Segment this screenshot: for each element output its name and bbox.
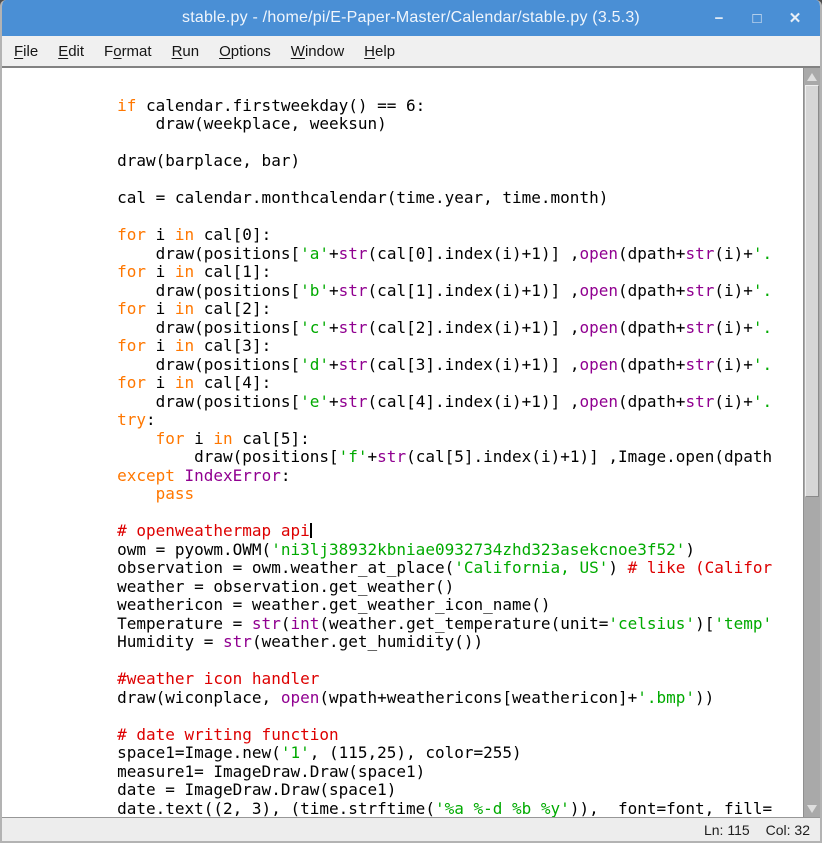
arrow-up-icon xyxy=(807,73,817,81)
maximize-icon: □ xyxy=(752,10,761,27)
code-line: draw(positions['e'+str(cal[4].index(i)+1… xyxy=(40,393,803,412)
code-line: date.text((2, 3), (time.strftime('%a %-d… xyxy=(40,800,803,818)
code-line: for i in cal[3]: xyxy=(40,337,803,356)
code-line: draw(positions['f'+str(cal[5].index(i)+1… xyxy=(40,448,803,467)
code-line: draw(positions['b'+str(cal[1].index(i)+1… xyxy=(40,282,803,301)
menu-item-help[interactable]: Help xyxy=(354,40,405,63)
code-line: except IndexError: xyxy=(40,467,803,486)
code-line: observation = owm.weather_at_place('Cali… xyxy=(40,559,803,578)
close-button[interactable]: ✕ xyxy=(782,5,808,31)
arrow-down-icon xyxy=(807,805,817,813)
titlebar[interactable]: stable.py - /home/pi/E-Paper-Master/Cale… xyxy=(0,0,822,36)
code-line: Temperature = str(int(weather.get_temper… xyxy=(40,615,803,634)
code-line: draw(positions['d'+str(cal[3].index(i)+1… xyxy=(40,356,803,375)
code-line: weather = observation.get_weather() xyxy=(40,578,803,597)
code-line: for i in cal[4]: xyxy=(40,374,803,393)
idle-editor-window: stable.py - /home/pi/E-Paper-Master/Cale… xyxy=(0,0,822,843)
minimize-icon: − xyxy=(715,10,724,27)
code-line: space1=Image.new('1', (115,25), color=25… xyxy=(40,744,803,763)
code-line: # date writing function xyxy=(40,726,803,745)
code-line: owm = pyowm.OWM('ni3lj38932kbniae0932734… xyxy=(40,541,803,560)
vertical-scrollbar[interactable] xyxy=(803,68,820,817)
menu-item-options[interactable]: Options xyxy=(209,40,281,63)
code-line xyxy=(40,134,803,153)
code-line: Humidity = str(weather.get_humidity()) xyxy=(40,633,803,652)
code-line: try: xyxy=(40,411,803,430)
code-line xyxy=(40,171,803,190)
menu-item-window[interactable]: Window xyxy=(281,40,354,63)
text-cursor xyxy=(310,523,312,538)
code-line: cal = calendar.monthcalendar(time.year, … xyxy=(40,189,803,208)
window-title: stable.py - /home/pi/E-Paper-Master/Cale… xyxy=(182,9,640,27)
code-line: #weather icon handler xyxy=(40,670,803,689)
code-line: draw(wiconplace, open(wpath+weathericons… xyxy=(40,689,803,708)
code-line xyxy=(40,707,803,726)
code-line: draw(weekplace, weeksun) xyxy=(40,115,803,134)
code-line: for i in cal[2]: xyxy=(40,300,803,319)
statusbar: Ln: 115 Col: 32 xyxy=(2,817,820,841)
code-line: weathericon = weather.get_weather_icon_n… xyxy=(40,596,803,615)
menu-item-format[interactable]: Format xyxy=(94,40,162,63)
menu-item-file[interactable]: File xyxy=(4,40,48,63)
menu-item-edit[interactable]: Edit xyxy=(48,40,94,63)
code-line xyxy=(40,504,803,523)
editor-area: if calendar.firstweekday() == 6: draw(we… xyxy=(2,66,820,817)
code-line: date = ImageDraw.Draw(space1) xyxy=(40,781,803,800)
scroll-up-button[interactable] xyxy=(804,68,820,85)
code-line: for i in cal[0]: xyxy=(40,226,803,245)
maximize-button[interactable]: □ xyxy=(744,5,770,31)
close-icon: ✕ xyxy=(789,9,802,27)
code-line: draw(positions['c'+str(cal[2].index(i)+1… xyxy=(40,319,803,338)
code-text-area[interactable]: if calendar.firstweekday() == 6: draw(we… xyxy=(2,68,803,817)
status-line-number: Ln: 115 xyxy=(704,822,750,838)
code-line: draw(positions['a'+str(cal[0].index(i)+1… xyxy=(40,245,803,264)
status-col-number: Col: 32 xyxy=(766,822,810,838)
code-line: pass xyxy=(40,485,803,504)
code-line: for i in cal[5]: xyxy=(40,430,803,449)
code-line: # openweathermap api xyxy=(40,522,803,541)
code-line xyxy=(40,652,803,671)
code-line xyxy=(40,208,803,227)
scrollbar-thumb[interactable] xyxy=(805,85,819,497)
code-line xyxy=(40,78,803,97)
code-line: measure1= ImageDraw.Draw(space1) xyxy=(40,763,803,782)
code-line: draw(barplace, bar) xyxy=(40,152,803,171)
minimize-button[interactable]: − xyxy=(706,5,732,31)
menubar: FileEditFormatRunOptionsWindowHelp xyxy=(2,36,820,66)
code-line: for i in cal[1]: xyxy=(40,263,803,282)
code-line: if calendar.firstweekday() == 6: xyxy=(40,97,803,116)
scroll-down-button[interactable] xyxy=(804,800,820,817)
menu-item-run[interactable]: Run xyxy=(162,40,210,63)
window-controls: − □ ✕ xyxy=(706,0,808,36)
